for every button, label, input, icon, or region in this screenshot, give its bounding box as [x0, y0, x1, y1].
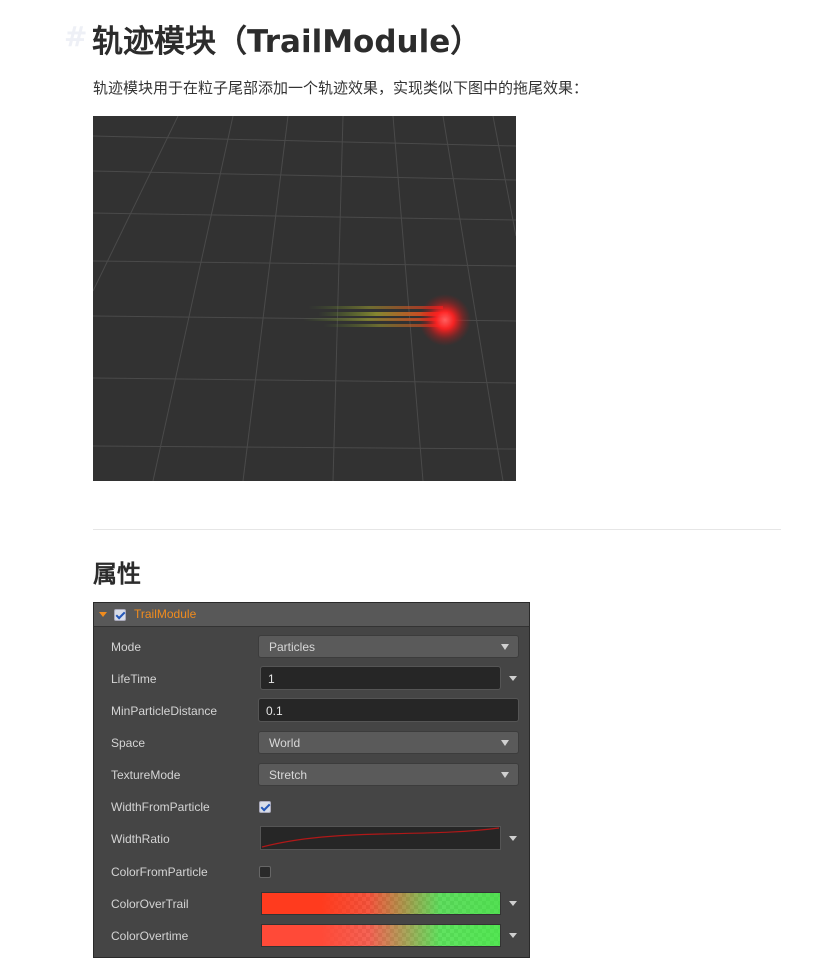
- lifetime-input[interactable]: 1: [260, 666, 501, 690]
- property-row-lifetime: LifeTime 1: [94, 663, 529, 695]
- texture-mode-label: TextureMode: [111, 768, 181, 782]
- color-over-trail-label: ColorOverTrail: [111, 897, 189, 911]
- property-row-color-from-particle: ColorFromParticle: [94, 856, 529, 888]
- section-divider: [93, 529, 781, 530]
- lifetime-value: 1: [268, 672, 275, 686]
- module-enable-checkbox[interactable]: [114, 609, 126, 621]
- dropdown-arrow-icon: [501, 644, 509, 650]
- section-title: 属性: [93, 560, 141, 588]
- curve-mode-dropdown-icon[interactable]: [509, 836, 517, 841]
- heading-anchor-link[interactable]: #: [64, 20, 87, 53]
- space-value: World: [269, 736, 301, 750]
- texture-mode-value: Stretch: [269, 768, 308, 782]
- space-select[interactable]: World: [258, 731, 519, 754]
- color-from-particle-checkbox[interactable]: [259, 866, 271, 878]
- mode-label: Mode: [111, 640, 142, 654]
- property-row-mode: Mode Particles: [94, 631, 529, 663]
- trail-module-inspector-panel: TrailModule Mode Particles LifeTime 1 Mi…: [93, 602, 530, 958]
- min-particle-distance-label: MinParticleDistance: [111, 704, 218, 718]
- mode-select[interactable]: Particles: [258, 635, 519, 658]
- page-title: 轨迹模块（TrailModule）: [92, 24, 482, 60]
- min-particle-distance-value: 0.1: [266, 704, 283, 718]
- mode-value: Particles: [269, 640, 316, 654]
- module-header[interactable]: TrailModule: [94, 603, 529, 627]
- width-ratio-label: WidthRatio: [111, 832, 170, 846]
- color-overtime-gradient[interactable]: [261, 924, 501, 947]
- property-row-color-over-trail: ColorOverTrail: [94, 888, 529, 920]
- collapse-triangle-icon[interactable]: [99, 612, 107, 617]
- space-label: Space: [111, 736, 146, 750]
- dropdown-arrow-icon: [501, 772, 509, 778]
- texture-mode-select[interactable]: Stretch: [258, 763, 519, 786]
- width-ratio-curve-editor[interactable]: [260, 826, 501, 850]
- property-row-min-particle-distance: MinParticleDistance 0.1: [94, 695, 529, 727]
- color-over-trail-gradient[interactable]: [261, 892, 501, 915]
- module-title: TrailModule: [134, 607, 197, 621]
- gradient-mode-dropdown-icon[interactable]: [509, 901, 517, 906]
- particle-glow: [419, 294, 471, 346]
- gradient-mode-dropdown-icon[interactable]: [509, 933, 517, 938]
- trail-effect-preview-image: [93, 116, 516, 481]
- property-row-texture-mode: TextureMode Stretch: [94, 759, 529, 791]
- min-particle-distance-input[interactable]: 0.1: [258, 698, 519, 722]
- dropdown-arrow-icon: [501, 740, 509, 746]
- property-row-width-ratio: WidthRatio: [94, 823, 529, 855]
- property-row-width-from-particle: WidthFromParticle: [94, 791, 529, 823]
- lifetime-label: LifeTime: [111, 672, 157, 686]
- width-from-particle-label: WidthFromParticle: [111, 800, 210, 814]
- curve-mode-dropdown-icon[interactable]: [509, 676, 517, 681]
- color-overtime-label: ColorOvertime: [111, 929, 189, 943]
- property-row-color-overtime: ColorOvertime: [94, 920, 529, 952]
- color-from-particle-label: ColorFromParticle: [111, 865, 208, 879]
- property-row-space: Space World: [94, 727, 529, 759]
- width-from-particle-checkbox[interactable]: [259, 801, 271, 813]
- intro-paragraph: 轨迹模块用于在粒子尾部添加一个轨迹效果，实现类似下图中的拖尾效果：: [93, 79, 589, 97]
